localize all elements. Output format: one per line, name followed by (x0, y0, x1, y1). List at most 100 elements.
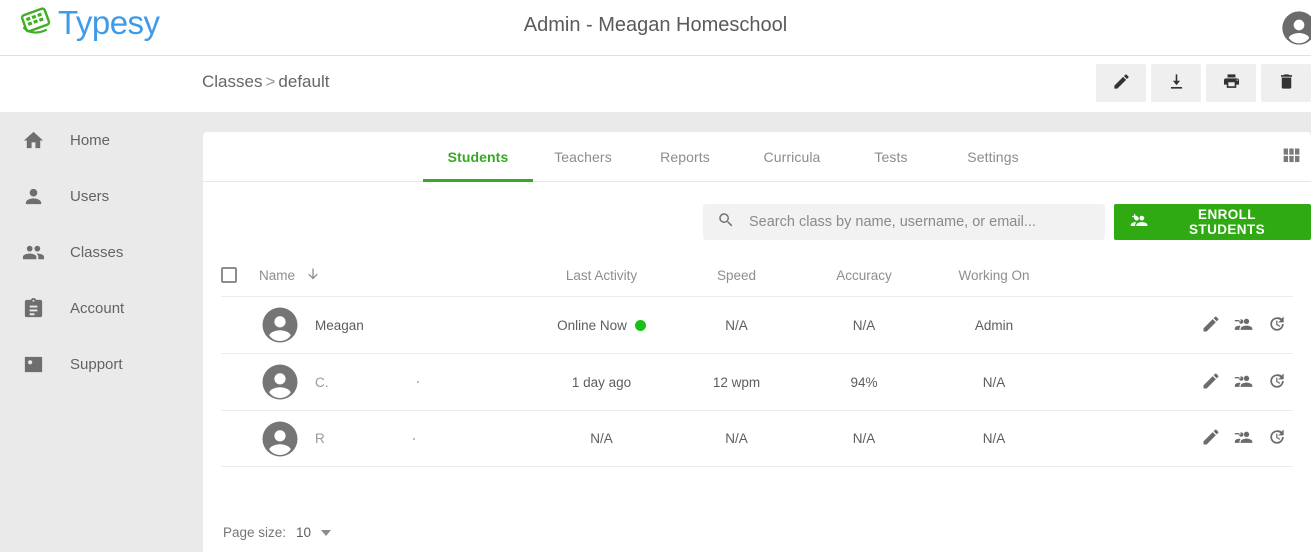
account-circle-icon[interactable] (1279, 8, 1311, 48)
student-name: Meagan (315, 317, 364, 333)
accuracy-cell: 94% (850, 374, 878, 390)
remove-student-icon[interactable] (1234, 427, 1254, 450)
select-all-checkbox[interactable] (221, 267, 237, 283)
table-row[interactable]: Meagan Online Now N/A N/A Admin (221, 296, 1293, 353)
tab-settings[interactable]: Settings (948, 132, 1038, 182)
chevron-down-icon[interactable] (321, 529, 332, 536)
sidebar-item-account[interactable]: Account (0, 280, 202, 336)
edit-student-icon[interactable] (1201, 314, 1221, 337)
breadcrumb-root[interactable]: Classes (202, 72, 262, 91)
student-name: C. (315, 374, 329, 390)
add-people-icon (1130, 211, 1149, 233)
column-header-name-label: Name (259, 267, 296, 283)
table-header-row: Name Last Activity Speed Accuracy Workin… (221, 254, 1293, 296)
sidebar-item-label: Home (70, 131, 111, 149)
student-name: R (315, 431, 325, 446)
working-on-cell: N/A (982, 431, 1006, 446)
row-actions (1059, 427, 1293, 450)
download-button[interactable] (1151, 64, 1201, 102)
redaction-mark (412, 437, 415, 440)
column-header-name[interactable]: Name (259, 266, 529, 285)
page-size-value: 10 (296, 525, 312, 540)
breadcrumb: Classes > default (202, 72, 329, 92)
enroll-students-label: ENROLL STUDENTS (1189, 207, 1265, 237)
pencil-icon (1112, 72, 1131, 94)
column-header-accuracy[interactable]: Accuracy (799, 268, 929, 283)
download-icon (1167, 72, 1186, 94)
speed-cell: 12 wpm (712, 374, 761, 390)
sidebar-item-label: Account (70, 299, 125, 317)
remove-student-icon[interactable] (1234, 371, 1254, 394)
people-icon (22, 239, 48, 265)
page-title: Admin - Meagan Homeschool (523, 14, 788, 36)
person-icon (22, 183, 48, 209)
last-activity-value: Online Now (557, 317, 627, 333)
delete-button[interactable] (1261, 64, 1311, 102)
edit-student-icon[interactable] (1201, 427, 1221, 450)
student-name-cell: C. (259, 361, 529, 403)
tab-tests[interactable]: Tests (856, 132, 926, 182)
online-status-dot (634, 319, 646, 331)
class-detail-card: Students Teachers Reports Curricula Test… (203, 132, 1311, 552)
search-input[interactable] (749, 214, 1089, 230)
redaction-mark (416, 381, 419, 383)
print-button[interactable] (1206, 64, 1256, 102)
print-icon (1222, 72, 1241, 94)
sidebar-item-users[interactable]: Users (0, 168, 202, 224)
grid-view-icon (1281, 145, 1302, 171)
row-actions (1059, 371, 1293, 394)
sidebar-item-support[interactable]: Support (0, 336, 202, 392)
sidebar-item-label: Users (70, 187, 110, 205)
tab-students[interactable]: Students (423, 132, 533, 182)
last-activity-cell: N/A (590, 431, 613, 446)
contact-card-icon (22, 351, 48, 377)
home-icon (22, 127, 48, 153)
sidebar: Home Users Classes Account Support (0, 112, 202, 552)
edit-student-icon[interactable] (1201, 371, 1221, 394)
arrow-down-icon (305, 266, 321, 285)
avatar (259, 418, 301, 460)
table-row[interactable]: C. 1 day ago 12 wpm 94% N/A (221, 353, 1293, 410)
clipboard-icon (22, 295, 48, 321)
tab-curricula[interactable]: Curricula (746, 132, 838, 182)
sidebar-item-label: Classes (70, 243, 124, 261)
column-header-working-on[interactable]: Working On (929, 268, 1059, 283)
typesy-admin-page: Typesy Admin - Meagan Homeschool Classes… (0, 0, 1311, 552)
column-header-speed[interactable]: Speed (674, 268, 799, 283)
top-bar: Typesy Admin - Meagan Homeschool (0, 0, 1311, 56)
enroll-students-button[interactable]: ENROLL STUDENTS (1114, 204, 1311, 240)
tab-reports[interactable]: Reports (643, 132, 727, 182)
last-activity-cell: Online Now (529, 318, 674, 333)
column-header-last-activity[interactable]: Last Activity (529, 268, 674, 283)
student-history-icon[interactable] (1267, 314, 1287, 337)
remove-student-icon[interactable] (1234, 314, 1254, 337)
search-box[interactable] (703, 204, 1105, 240)
table-row[interactable]: R N/A N/A N/A N/A (221, 410, 1293, 467)
avatar (259, 361, 301, 403)
speed-cell: N/A (725, 431, 748, 446)
student-history-icon[interactable] (1267, 371, 1287, 394)
main-content: Students Teachers Reports Curricula Test… (202, 112, 1311, 552)
last-activity-cell: 1 day ago (571, 374, 632, 390)
select-all-checkbox-cell (221, 267, 259, 283)
students-table: Name Last Activity Speed Accuracy Workin… (221, 254, 1293, 467)
breadcrumb-current: default (278, 72, 330, 91)
grid-view-button[interactable] (1277, 144, 1305, 172)
sidebar-item-label: Support (70, 355, 123, 373)
sidebar-item-home[interactable]: Home (0, 112, 202, 168)
speed-cell: N/A (725, 317, 748, 333)
page-size-control[interactable]: Page size: 10 (223, 525, 332, 540)
working-on-cell: N/A (982, 374, 1006, 390)
avatar (259, 304, 301, 346)
search-icon (717, 211, 735, 234)
breadcrumb-bar: Classes > default (0, 56, 1311, 112)
row-actions (1059, 314, 1293, 337)
sidebar-item-classes[interactable]: Classes (0, 224, 202, 280)
edit-class-button[interactable] (1096, 64, 1146, 102)
breadcrumb-separator: > (265, 72, 276, 91)
student-name-cell: R (259, 418, 529, 460)
class-toolbar (1096, 64, 1311, 102)
accuracy-cell: N/A (852, 317, 876, 333)
student-history-icon[interactable] (1267, 427, 1287, 450)
tab-teachers[interactable]: Teachers (538, 132, 628, 182)
